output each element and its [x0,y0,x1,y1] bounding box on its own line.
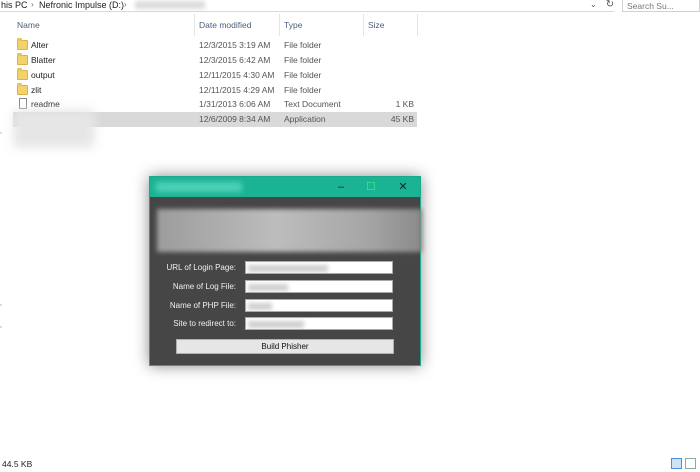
minimize-button[interactable]: – [326,177,356,197]
file-type: Text Document [284,99,341,109]
column-divider[interactable] [279,14,280,36]
window-titlebar[interactable]: – ☐ ✕ [150,177,420,197]
file-name: zlit [31,85,42,95]
redacted-value [248,265,328,272]
folder-icon [17,68,28,80]
build-phisher-button[interactable]: Build Phisher [176,339,394,354]
label-name-of-log-file: Name of Log File: [172,282,236,291]
label-url-of-login-page: URL of Login Page: [166,263,236,272]
url-of-login-page-input[interactable] [245,261,393,274]
file-row[interactable]: Alter 12/3/2015 3:19 AM File folder [13,38,417,53]
file-date: 12/6/2009 8:34 AM [199,114,271,124]
file-date: 1/31/2013 6:06 AM [199,99,271,109]
details-view-icon[interactable] [671,458,682,469]
status-selection-size: 44.5 KB [2,459,33,469]
file-date: 12/3/2015 3:19 AM [199,40,271,50]
column-header-size[interactable]: Size [368,20,385,30]
file-row[interactable]: zlit 12/11/2015 4:29 AM File folder [13,83,417,98]
column-divider[interactable] [363,14,364,36]
breadcrumb-drive[interactable]: Nefronic Impulse (D:) [39,0,124,10]
breadcrumb-separator[interactable]: › [31,0,34,9]
file-name: output [31,70,55,80]
redacted-value [248,284,288,291]
phisher-builder-window: – ☐ ✕ URL of Login Page: Name of Log Fil… [149,176,422,366]
column-header-name[interactable]: Name [17,20,40,30]
file-date: 12/3/2015 6:42 AM [199,55,271,65]
maximize-button[interactable]: ☐ [356,177,386,197]
log-file-name-input[interactable] [245,280,393,293]
file-row[interactable]: Blatter 12/3/2015 6:42 AM File folder [13,53,417,68]
column-header-date-modified[interactable]: Date modified [199,20,251,30]
refresh-icon[interactable]: ↻ [604,0,616,11]
redacted-value [248,303,272,310]
breadcrumb-this-pc[interactable]: his PC [1,0,28,10]
file-type: File folder [284,55,322,65]
file-type: Application [284,114,326,124]
search-placeholder: Search Su... [627,1,674,11]
breadcrumb-separator[interactable]: › [124,0,127,9]
file-size: 1 KB [395,99,414,109]
file-name: readme [31,99,60,109]
redacted-value [248,321,304,328]
column-divider[interactable] [417,14,418,36]
file-name: Blatter [31,55,56,65]
nav-pane-fragment: , [0,300,2,307]
label-site-to-redirect-to: Site to redirect to: [173,319,236,328]
column-divider[interactable] [194,14,195,36]
text-document-icon [19,98,27,109]
nav-pane-fragment: , [0,322,2,329]
large-icons-view-icon[interactable] [685,458,696,469]
redacted-application-name [13,110,95,148]
nav-pane-fragment: , [0,128,2,135]
php-file-name-input[interactable] [245,299,393,312]
label-name-of-php-file: Name of PHP File: [169,301,236,310]
address-bar[interactable]: his PC › Nefronic Impulse (D:) › ⌄ [0,0,614,12]
redacted-breadcrumb [135,1,205,9]
file-date: 12/11/2015 4:30 AM [199,70,275,80]
file-row-selected[interactable]: 12/6/2009 8:34 AM Application 45 KB [13,110,417,148]
folder-icon [17,38,28,50]
file-type: File folder [284,70,322,80]
file-row[interactable]: output 12/11/2015 4:30 AM File folder [13,68,417,83]
chevron-down-icon[interactable]: ⌄ [590,0,597,9]
file-type: File folder [284,40,322,50]
desktop-screen: his PC › Nefronic Impulse (D:) › ⌄ ↻ Sea… [0,0,700,472]
close-button[interactable]: ✕ [388,177,418,197]
file-size: 45 KB [390,114,414,124]
file-name: Alter [31,40,49,50]
redirect-site-input[interactable] [245,317,393,330]
search-input[interactable]: Search Su... [622,0,700,12]
redacted-window-title [156,182,242,192]
redacted-banner-image [157,209,422,252]
folder-icon [17,83,28,95]
column-header-type[interactable]: Type [284,20,302,30]
file-type: File folder [284,85,322,95]
file-date: 12/11/2015 4:29 AM [199,85,275,95]
folder-icon [17,53,28,65]
